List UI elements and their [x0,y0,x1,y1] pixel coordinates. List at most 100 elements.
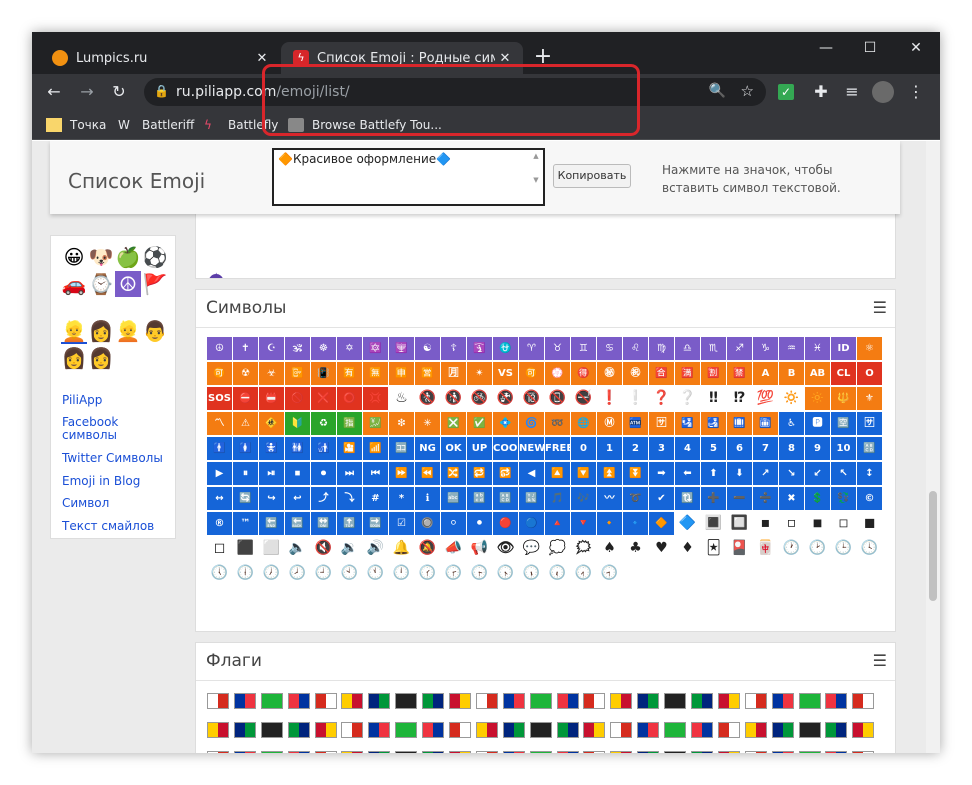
flag-emoji[interactable] [852,693,875,709]
emoji-symbol[interactable]: ♓ [805,337,830,360]
emoji-symbol[interactable]: 📶 [363,437,388,460]
emoji-symbol[interactable]: 🔴 [493,512,518,535]
flag-emoji[interactable] [583,722,606,738]
emoji-symbol[interactable]: 7 [753,437,778,460]
emoji-symbol[interactable]: 🈷 [441,362,466,385]
copy-textarea[interactable]: 🔶Красивое оформление🔷 ▲ ▼ [272,148,545,206]
emoji-symbol[interactable]: 🔷 [675,512,700,535]
flag-emoji[interactable] [233,722,256,738]
emoji-symbol[interactable]: ♥ [649,537,674,560]
emoji-symbol[interactable]: 🔺 [545,512,570,535]
flag-emoji[interactable] [341,722,364,738]
emoji-symbol[interactable]: 🈴 [649,362,674,385]
skin-tone-option[interactable]: 👩 [88,318,114,344]
emoji-symbol[interactable]: 📳 [311,362,336,385]
bookmark-battleriff[interactable]: W Battleriff [118,117,194,133]
emoji-symbol[interactable]: 🔕 [415,537,440,560]
flag-emoji[interactable] [287,751,310,753]
emoji-symbol[interactable]: 🚳 [467,387,492,410]
emoji-symbol[interactable]: 🔜 [363,512,388,535]
emoji-symbol[interactable]: 🔙 [285,512,310,535]
emoji-symbol[interactable]: 🕝 [441,562,466,585]
emoji-symbol[interactable]: 💭 [545,537,570,560]
flag-emoji[interactable] [529,693,552,709]
emoji-symbol[interactable]: ⬆ [701,462,726,485]
flag-emoji[interactable] [825,722,848,738]
emoji-symbol[interactable]: 🔈 [285,537,310,560]
copy-button[interactable]: Копировать [553,164,631,188]
emoji-symbol[interactable]: 🕢 [571,562,596,585]
emoji-symbol[interactable]: ⛔ [233,387,258,410]
emoji-symbol[interactable]: 9 [805,437,830,460]
flag-emoji[interactable] [368,751,391,753]
emoji-symbol[interactable]: ☦ [441,337,466,360]
emoji-symbol[interactable]: COOL [493,437,518,460]
emoji-symbol[interactable]: ⛎ [493,337,518,360]
emoji-symbol[interactable]: 🈲 [727,362,752,385]
emoji-symbol[interactable]: 🚸 [259,412,284,435]
back-icon[interactable]: ← [42,80,66,104]
emoji-symbol[interactable]: 🈹 [701,362,726,385]
emoji-symbol[interactable]: 🔔 [389,537,414,560]
emoji-symbol[interactable]: 🈺 [415,362,440,385]
emoji-symbol[interactable]: 🔻 [571,512,596,535]
bookmark-tochka[interactable]: Точка [46,117,106,133]
emoji-symbol[interactable]: 📛 [259,387,284,410]
emoji-symbol[interactable]: 🔼 [545,462,570,485]
emoji-symbol[interactable]: 🔡 [467,487,492,510]
emoji-symbol[interactable]: 🚷 [415,387,440,410]
emoji-symbol[interactable]: 🚱 [493,387,518,410]
emoji-symbol[interactable]: ♻ [311,412,336,435]
emoji-symbol[interactable]: ♎ [675,337,700,360]
flag-emoji[interactable] [449,751,472,753]
flag-emoji[interactable] [395,693,418,709]
emoji-symbol[interactable]: 💮 [545,362,570,385]
emoji-symbol[interactable]: ✔ [649,487,674,510]
flag-emoji[interactable] [717,693,740,709]
emoji-symbol[interactable]: 💱 [831,487,856,510]
emoji-symbol[interactable]: ☪ [259,337,284,360]
emoji-symbol[interactable]: ⁉ [727,387,752,410]
emoji-symbol[interactable]: ID [831,337,856,360]
emoji-symbol[interactable]: 🕠 [519,562,544,585]
emoji-symbol[interactable]: 🀄 [753,537,778,560]
emoji-symbol[interactable]: ♑ [753,337,778,360]
flag-emoji[interactable] [449,722,472,738]
page-scrollbar[interactable] [926,141,940,753]
emoji-symbol[interactable]: 🕚 [363,562,388,585]
maximize-button[interactable]: ☐ [848,36,892,60]
emoji-symbol[interactable]: ❗ [597,387,622,410]
emoji-symbol[interactable]: ⏮ [363,462,388,485]
emoji-symbol[interactable]: 🕗 [285,562,310,585]
flag-emoji[interactable] [287,693,310,709]
flag-emoji[interactable] [207,722,229,738]
flag-emoji[interactable] [556,722,579,738]
flag-emoji[interactable] [529,751,552,753]
flag-emoji[interactable] [664,693,687,709]
emoji-symbol[interactable]: ◾ [805,512,830,535]
flag-emoji[interactable] [314,693,337,709]
emoji-symbol[interactable]: 🚹 [207,437,232,460]
link-facebook-symbols[interactable]: Facebook символы [62,416,132,442]
emoji-symbol[interactable]: 🕉 [285,337,310,360]
flag-emoji[interactable] [475,751,498,753]
emoji-symbol[interactable]: 🔉 [337,537,362,560]
emoji-symbol[interactable]: ↕ [857,462,882,485]
emoji-symbol[interactable]: 👁 [493,537,518,560]
emoji-symbol[interactable]: 💯 [753,387,778,410]
emoji-symbol[interactable]: 🕑 [805,537,830,560]
emoji-symbol[interactable]: 🕡 [545,562,570,585]
emoji-symbol[interactable]: ↙ [805,462,830,485]
lock-icon[interactable]: 🔒 [154,84,169,98]
emoji-symbol[interactable]: ⚜ [857,387,882,410]
emoji-symbol[interactable]: 🛃 [701,412,726,435]
emoji-symbol[interactable]: 💢 [363,387,388,410]
emoji-symbol[interactable]: 🔹 [623,512,648,535]
emoji-symbol[interactable]: 🔘 [415,512,440,535]
emoji-symbol[interactable]: ⏩ [389,462,414,485]
emoji-symbol[interactable]: B [779,362,804,385]
flag-emoji[interactable] [610,693,633,709]
flag-emoji[interactable] [852,751,875,753]
emoji-symbol[interactable]: ↔ [207,487,232,510]
emoji-symbol[interactable]: ☢ [233,362,258,385]
